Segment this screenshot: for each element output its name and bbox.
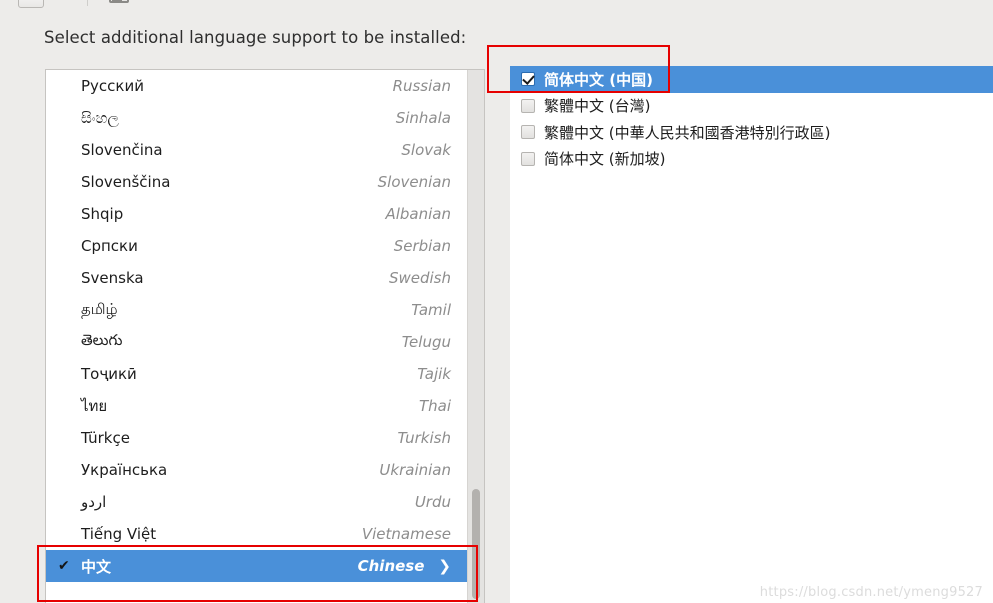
language-native-label: Српски (81, 237, 138, 255)
checkbox[interactable] (521, 151, 535, 166)
language-english-label: Turkish (397, 429, 451, 447)
language-list[interactable]: ✔РусскийRussian❯✔සිංහලSinhala❯✔Slovenčin… (46, 70, 467, 603)
language-list-item[interactable]: ✔TürkçeTurkish❯ (46, 422, 467, 454)
language-list-item[interactable]: ✔ 中文 Chinese ❯ (46, 550, 467, 582)
language-english-label: Sinhala (395, 109, 451, 127)
language-english-label: Russian (392, 77, 451, 95)
watermark: https://blog.csdn.net/ymeng9527 (759, 585, 983, 600)
language-native-label: Тоҷикӣ (81, 365, 137, 383)
language-native-label: Slovenščina (81, 173, 171, 191)
language-variants-panel[interactable]: 简体中文 (中国) 繁體中文 (台灣) 繁體中文 (中華人民共和國香港特別行政區) 简… (510, 66, 993, 603)
language-native-label: සිංහල (81, 109, 119, 127)
language-variant-item[interactable]: 简体中文 (新加坡) (510, 146, 993, 173)
language-native-label: اردو (81, 493, 107, 511)
language-variant-label: 简体中文 (中国) (544, 70, 653, 89)
language-english-label: Tamil (411, 301, 451, 319)
language-english-label: Albanian (385, 205, 451, 223)
language-english-label: Swedish (388, 269, 451, 287)
language-variant-item[interactable]: 简体中文 (中国) (510, 66, 993, 93)
chevron-right-icon[interactable]: ❯ (438, 558, 451, 574)
toolbar-separator (87, 0, 88, 6)
check-icon: ✔ (58, 558, 70, 574)
language-native-label: Русский (81, 77, 144, 95)
language-list-panel: ✔РусскийRussian❯✔සිංහලSinhala❯✔Slovenčin… (45, 69, 485, 603)
language-list-scrollbar[interactable] (467, 70, 484, 603)
toolbar-strip (0, 0, 993, 10)
language-list-item[interactable]: ✔РусскийRussian❯ (46, 70, 467, 102)
language-list-item[interactable]: ✔ShqipAlbanian❯ (46, 198, 467, 230)
language-list-item[interactable]: ✔తెలుగుTelugu❯ (46, 326, 467, 358)
language-native-label: தமிழ் (81, 300, 118, 318)
language-native-label: Shqip (81, 205, 124, 223)
language-english-label: Vietnamese (361, 525, 451, 543)
language-english-label: Urdu (414, 493, 451, 511)
checkbox[interactable] (521, 125, 535, 140)
toolbar-button[interactable] (18, 0, 44, 8)
language-list-item[interactable]: ✔ไทยThai❯ (46, 390, 467, 422)
language-list-item[interactable]: ✔SlovenčinaSlovak❯ (46, 134, 467, 166)
language-variant-label: 简体中文 (新加坡) (544, 150, 666, 169)
language-native-label: Slovenčina (81, 141, 163, 159)
language-english-label: Telugu (401, 333, 451, 351)
checkbox[interactable] (521, 98, 535, 113)
language-variant-label: 繁體中文 (中華人民共和國香港特別行政區) (544, 123, 831, 142)
display-icon[interactable] (108, 0, 129, 6)
language-native-label: Türkçe (81, 429, 130, 447)
language-list-item[interactable]: ✔Tiếng ViệtVietnamese❯ (46, 518, 467, 550)
language-native-label: తెలుగు (81, 331, 123, 349)
language-list-item[interactable]: ✔اردوUrdu❯ (46, 486, 467, 518)
language-list-item[interactable]: ✔SlovenščinaSlovenian❯ (46, 166, 467, 198)
language-english-label: Chinese (357, 557, 425, 575)
display-icon-base (112, 0, 122, 3)
language-english-label: Thai (418, 397, 451, 415)
language-list-item[interactable]: ✔தமிழ்Tamil❯ (46, 294, 467, 326)
language-native-label: Tiếng Việt (81, 525, 157, 543)
language-native-label: Svenska (81, 269, 144, 287)
checkbox[interactable] (521, 72, 535, 87)
language-variant-item[interactable]: 繁體中文 (中華人民共和國香港特別行政區) (510, 119, 993, 146)
language-native-label: Українська (81, 461, 168, 479)
language-list-item[interactable]: ✔SvenskaSwedish❯ (46, 262, 467, 294)
language-list-item[interactable]: ✔СрпскиSerbian❯ (46, 230, 467, 262)
scrollbar-thumb[interactable] (472, 489, 480, 599)
language-english-label: Serbian (393, 237, 451, 255)
language-native-label: ไทย (81, 397, 108, 415)
language-english-label: Slovak (401, 141, 451, 159)
language-list-item[interactable]: ✔УкраїнськаUkrainian❯ (46, 454, 467, 486)
language-list-item[interactable]: ✔සිංහලSinhala❯ (46, 102, 467, 134)
language-list-item[interactable]: ✔ТоҷикӣTajik❯ (46, 358, 467, 390)
page-title: Select additional language support to be… (44, 28, 467, 47)
language-english-label: Ukrainian (379, 461, 451, 479)
language-variant-item[interactable]: 繁體中文 (台灣) (510, 93, 993, 120)
language-english-label: Slovenian (377, 173, 451, 191)
language-list-item[interactable]: ✔❯ (46, 582, 467, 603)
language-english-label: Tajik (417, 365, 451, 383)
language-native-label: 中文 (81, 557, 112, 576)
language-variant-label: 繁體中文 (台灣) (544, 97, 651, 116)
